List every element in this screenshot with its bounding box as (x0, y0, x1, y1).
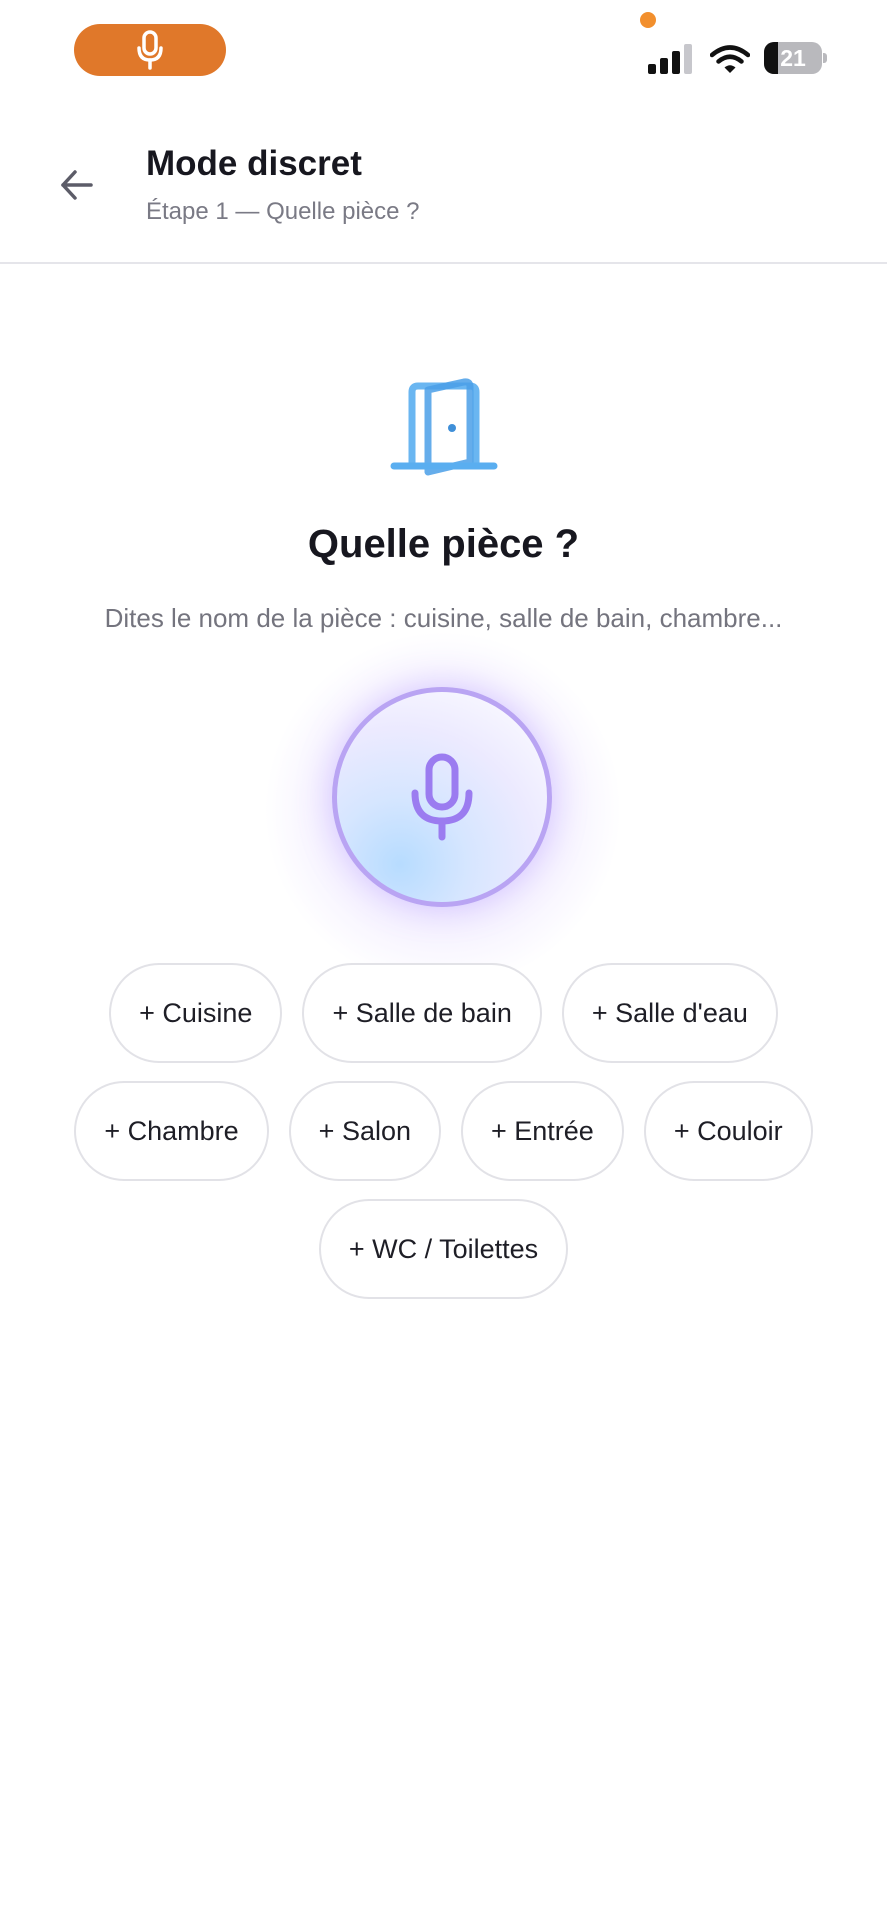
microphone-icon (137, 30, 163, 70)
chip-entree[interactable]: + Entrée (461, 1081, 624, 1181)
chip-chambre[interactable]: + Chambre (74, 1081, 269, 1181)
chip-salle-d-eau[interactable]: + Salle d'eau (561, 963, 778, 1063)
wifi-icon (710, 45, 750, 73)
microphone-icon (411, 753, 473, 841)
door-icon (390, 378, 498, 476)
page-title: Mode discret (146, 144, 362, 183)
chip-couloir[interactable]: + Couloir (643, 1081, 813, 1181)
recording-indicator[interactable] (74, 24, 226, 76)
chip-salon[interactable]: + Salon (288, 1081, 441, 1181)
arrow-left-icon (61, 170, 93, 200)
question-title: Quelle pièce ? (307, 522, 580, 566)
step-subtitle: Étape 1 — Quelle pièce ? (146, 198, 420, 225)
back-button[interactable] (50, 158, 104, 212)
suggestions-row-3: + WC / Toilettes (0, 1199, 887, 1299)
instructions-text: Dites le nom de la pièce : cuisine, sall… (104, 603, 783, 633)
status-bar: 21 (0, 0, 887, 100)
suggestions-row-2: + Chambre + Salon + Entrée + Couloir (0, 1081, 887, 1181)
battery-icon: 21 (764, 42, 827, 74)
battery-level: 21 (780, 45, 806, 71)
voice-record-button[interactable] (332, 687, 552, 907)
chip-cuisine[interactable]: + Cuisine (109, 963, 283, 1063)
suggestions-row-1: + Cuisine + Salle de bain + Salle d'eau (0, 963, 887, 1063)
privacy-indicator-dot (640, 12, 656, 28)
header: Mode discret Étape 1 — Quelle pièce ? (0, 100, 887, 264)
cellular-signal-icon (648, 44, 692, 74)
chip-wc-toilettes[interactable]: + WC / Toilettes (318, 1199, 569, 1299)
chip-salle-de-bain[interactable]: + Salle de bain (302, 963, 542, 1063)
